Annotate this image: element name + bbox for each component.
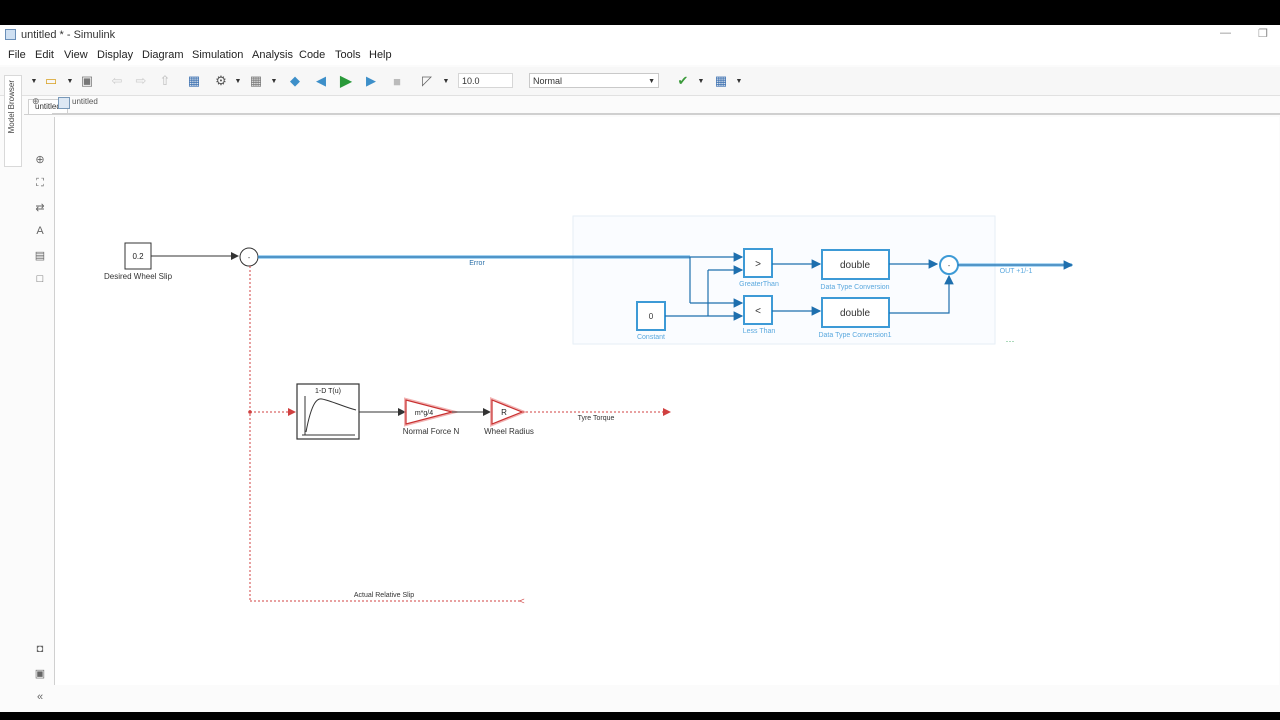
output-signal-label: OUT +1/-1 (1000, 268, 1033, 275)
greater-than-block[interactable]: > (743, 248, 773, 278)
tyre-torque-label: Tyre Torque (578, 415, 615, 422)
desired-slip-label: Desired Wheel Slip (104, 272, 173, 281)
constant-block[interactable]: 0 (636, 301, 666, 331)
block-diagram: 0.2 Desired Wheel Slip - Error 0 Constan… (104, 215, 1074, 606)
lookup-table-block[interactable]: 1-D T(u) (296, 383, 360, 440)
wheel-radius-gain-block[interactable]: R (490, 397, 528, 427)
less-than-label: Less Than (743, 328, 776, 335)
normal-force-gain-block[interactable]: m*g/4 (404, 397, 460, 427)
error-signal-label: Error (469, 260, 485, 267)
actual-slip-label: Actual Relative Slip (354, 592, 414, 599)
constant-label: Constant (637, 334, 665, 341)
wheel-radius-label: Wheel Radius (484, 427, 534, 436)
desired-slip-value: 0.2 (132, 252, 144, 261)
data-type-conversion-block[interactable]: double (821, 249, 890, 280)
wheel-radius-gain-value: R (501, 408, 507, 417)
desired-slip-block[interactable]: 0.2 (124, 242, 152, 270)
data-type-conversion1-block[interactable]: double (821, 297, 890, 328)
video-frame-border (0, 712, 1280, 720)
lookup-title: 1-D T(u) (315, 388, 341, 395)
actual-slip-end-icon: < (519, 596, 524, 606)
more-options-icon[interactable]: ⋯ (1006, 336, 1015, 346)
constant-value: 0 (649, 312, 654, 321)
dtc1-value: double (840, 308, 870, 319)
dtc-label: Data Type Conversion (820, 284, 889, 291)
normal-force-gain-value: m*g/4 (415, 410, 433, 417)
normal-force-label: Normal Force N (403, 427, 460, 436)
dtc1-label: Data Type Conversion1 (818, 332, 891, 339)
less-than-symbol: < (755, 306, 761, 317)
greater-than-label: GreaterThan (739, 281, 779, 288)
dtc-value: double (840, 260, 870, 271)
greater-than-symbol: > (755, 259, 761, 270)
less-than-block[interactable]: < (743, 295, 773, 325)
